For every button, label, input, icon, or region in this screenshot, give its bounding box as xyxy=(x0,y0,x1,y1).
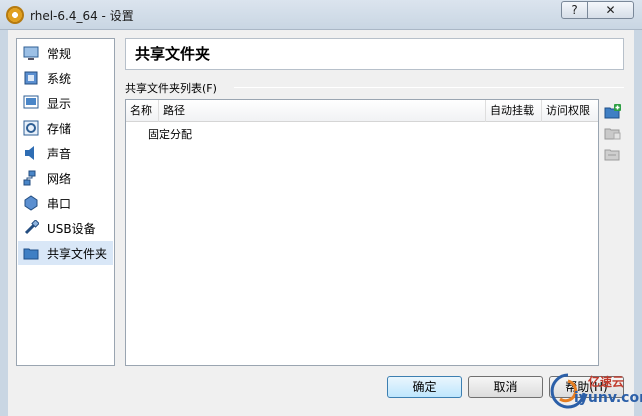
sidebar-item-serial-port[interactable]: 串口 xyxy=(18,191,113,215)
page-title: 共享文件夹 xyxy=(125,38,624,70)
virtualbox-icon xyxy=(6,6,24,24)
sidebar-item-label: 共享文件夹 xyxy=(47,246,108,261)
add-shared-folder-button[interactable] xyxy=(604,103,622,121)
remove-folder-icon xyxy=(604,149,620,161)
column-header-path[interactable]: 路径 xyxy=(159,100,486,122)
sidebar-item-shared-folders[interactable]: 共享文件夹 xyxy=(18,241,113,265)
remove-shared-folder-button[interactable] xyxy=(604,145,622,163)
settings-sidebar: 常规 系统 显示 存储 声音 网络 串口 USB设备 共享文件夹 xyxy=(16,38,115,366)
list-item[interactable]: 固定分配 xyxy=(148,126,192,142)
sidebar-item-usb[interactable]: USB设备 xyxy=(18,216,113,240)
cancel-button[interactable]: 取消 xyxy=(468,376,543,398)
shared-folder-table[interactable]: 名称 路径 自动挂载 访问权限 固定分配 xyxy=(125,99,599,366)
system-icon xyxy=(23,70,39,86)
general-icon xyxy=(23,45,39,61)
column-header-access[interactable]: 访问权限 xyxy=(542,100,598,122)
shared-folder-list-label: 共享文件夹列表(F) xyxy=(125,82,217,95)
display-icon xyxy=(23,95,39,111)
sidebar-item-audio[interactable]: 声音 xyxy=(18,141,113,165)
sidebar-item-label: 网络 xyxy=(47,171,72,186)
sidebar-item-label: 存储 xyxy=(47,121,72,136)
divider xyxy=(234,87,624,88)
window-close-button[interactable]: ✕ xyxy=(587,1,634,19)
edit-folder-icon xyxy=(604,128,621,140)
sidebar-item-label: 串口 xyxy=(47,196,72,211)
ok-button[interactable]: 确定 xyxy=(387,376,462,398)
sidebar-item-label: 系统 xyxy=(47,71,72,86)
sidebar-item-system[interactable]: 系统 xyxy=(18,66,113,90)
shared-folder-icon xyxy=(23,245,39,261)
network-icon xyxy=(23,170,39,186)
add-folder-icon xyxy=(604,104,621,119)
table-header: 名称 路径 自动挂载 访问权限 xyxy=(126,100,598,122)
sidebar-item-label: 常规 xyxy=(47,46,72,61)
audio-icon xyxy=(23,145,39,161)
window-frame-left xyxy=(0,30,8,416)
help-button[interactable]: 帮助(H) xyxy=(549,376,624,398)
sidebar-item-storage[interactable]: 存储 xyxy=(18,116,113,140)
window-frame-right xyxy=(634,30,642,416)
sidebar-item-network[interactable]: 网络 xyxy=(18,166,113,190)
window-title: rhel-6.4_64 - 设置 xyxy=(30,9,134,23)
edit-shared-folder-button[interactable] xyxy=(604,124,622,142)
column-header-name[interactable]: 名称 xyxy=(126,100,159,122)
sidebar-item-display[interactable]: 显示 xyxy=(18,91,113,115)
column-header-auto-mount[interactable]: 自动挂载 xyxy=(486,100,542,122)
sidebar-item-label: 显示 xyxy=(47,96,72,111)
window-help-button[interactable]: ? xyxy=(561,1,588,19)
usb-icon xyxy=(23,220,39,236)
sidebar-item-general[interactable]: 常规 xyxy=(18,41,113,65)
sidebar-item-label: 声音 xyxy=(47,146,72,161)
window-titlebar[interactable]: rhel-6.4_64 - 设置 ? ✕ xyxy=(0,0,642,30)
serial-port-icon xyxy=(23,195,39,211)
storage-icon xyxy=(23,120,39,136)
sidebar-item-label: USB设备 xyxy=(47,221,96,236)
